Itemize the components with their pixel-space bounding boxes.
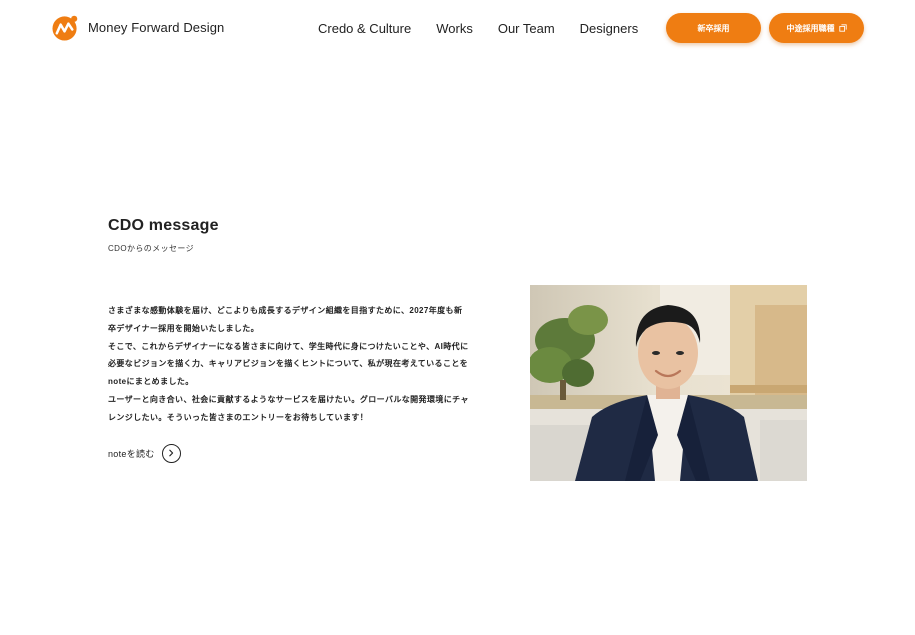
message-body: さまざまな感動体験を届け、どこよりも成長するデザイン組織を目指すために、2027… bbox=[108, 302, 498, 427]
section-subtitle: CDOからのメッセージ bbox=[108, 244, 195, 253]
brand-name: Money Forward Design bbox=[88, 19, 225, 35]
mid-career-recruit-button[interactable]: 中途採用職種 bbox=[769, 13, 864, 43]
section-title: CDO message bbox=[108, 217, 219, 234]
nav-link-our-team[interactable]: Our Team bbox=[498, 21, 555, 36]
chevron-right-icon bbox=[169, 449, 174, 457]
read-note-link[interactable]: noteを読む bbox=[108, 443, 181, 463]
site-header: Money Forward Design Credo & Culture Wor… bbox=[0, 0, 915, 56]
external-link-icon bbox=[838, 24, 847, 32]
main-nav: Credo & Culture Works Our Team Designers bbox=[318, 18, 638, 38]
read-note-arrow bbox=[161, 443, 181, 463]
message-line: noteにまとめました。 bbox=[108, 377, 194, 387]
message-line: 必要なビジョンを描く力、キャリアビジョンを描くヒントについて、私が現在考えている… bbox=[108, 359, 469, 369]
nav-link-credo-culture[interactable]: Credo & Culture bbox=[318, 21, 411, 36]
new-grad-recruit-button[interactable]: 新卒採用 bbox=[666, 13, 761, 43]
money-forward-logo-icon bbox=[52, 15, 78, 41]
message-line: 卒デザイナー採用を開始いたしました。 bbox=[108, 323, 260, 333]
brand-link[interactable]: Money Forward Design bbox=[52, 13, 224, 41]
cdo-portrait-photo bbox=[530, 285, 807, 481]
message-line: そこで、これからデザイナーになる皆さまに向けて、学生時代に身につけたいことや、A… bbox=[108, 341, 469, 351]
message-line: さまざまな感動体験を届け、どこよりも成長するデザイン組織を目指すために、2027… bbox=[108, 306, 463, 315]
new-grad-recruit-label: 新卒採用 bbox=[697, 23, 730, 33]
message-line: ユーザーと向き合い、社会に貢献するようなサービスを届けたい。グローバルな開発環境… bbox=[108, 394, 469, 404]
message-line: レンジしたい。そういった皆さまのエントリーをお待ちしています！ bbox=[108, 412, 369, 422]
nav-link-designers[interactable]: Designers bbox=[580, 21, 639, 36]
nav-link-works[interactable]: Works bbox=[436, 21, 473, 36]
read-note-label: noteを読む bbox=[108, 448, 155, 459]
mid-career-recruit-label: 中途採用職種 bbox=[786, 23, 835, 33]
